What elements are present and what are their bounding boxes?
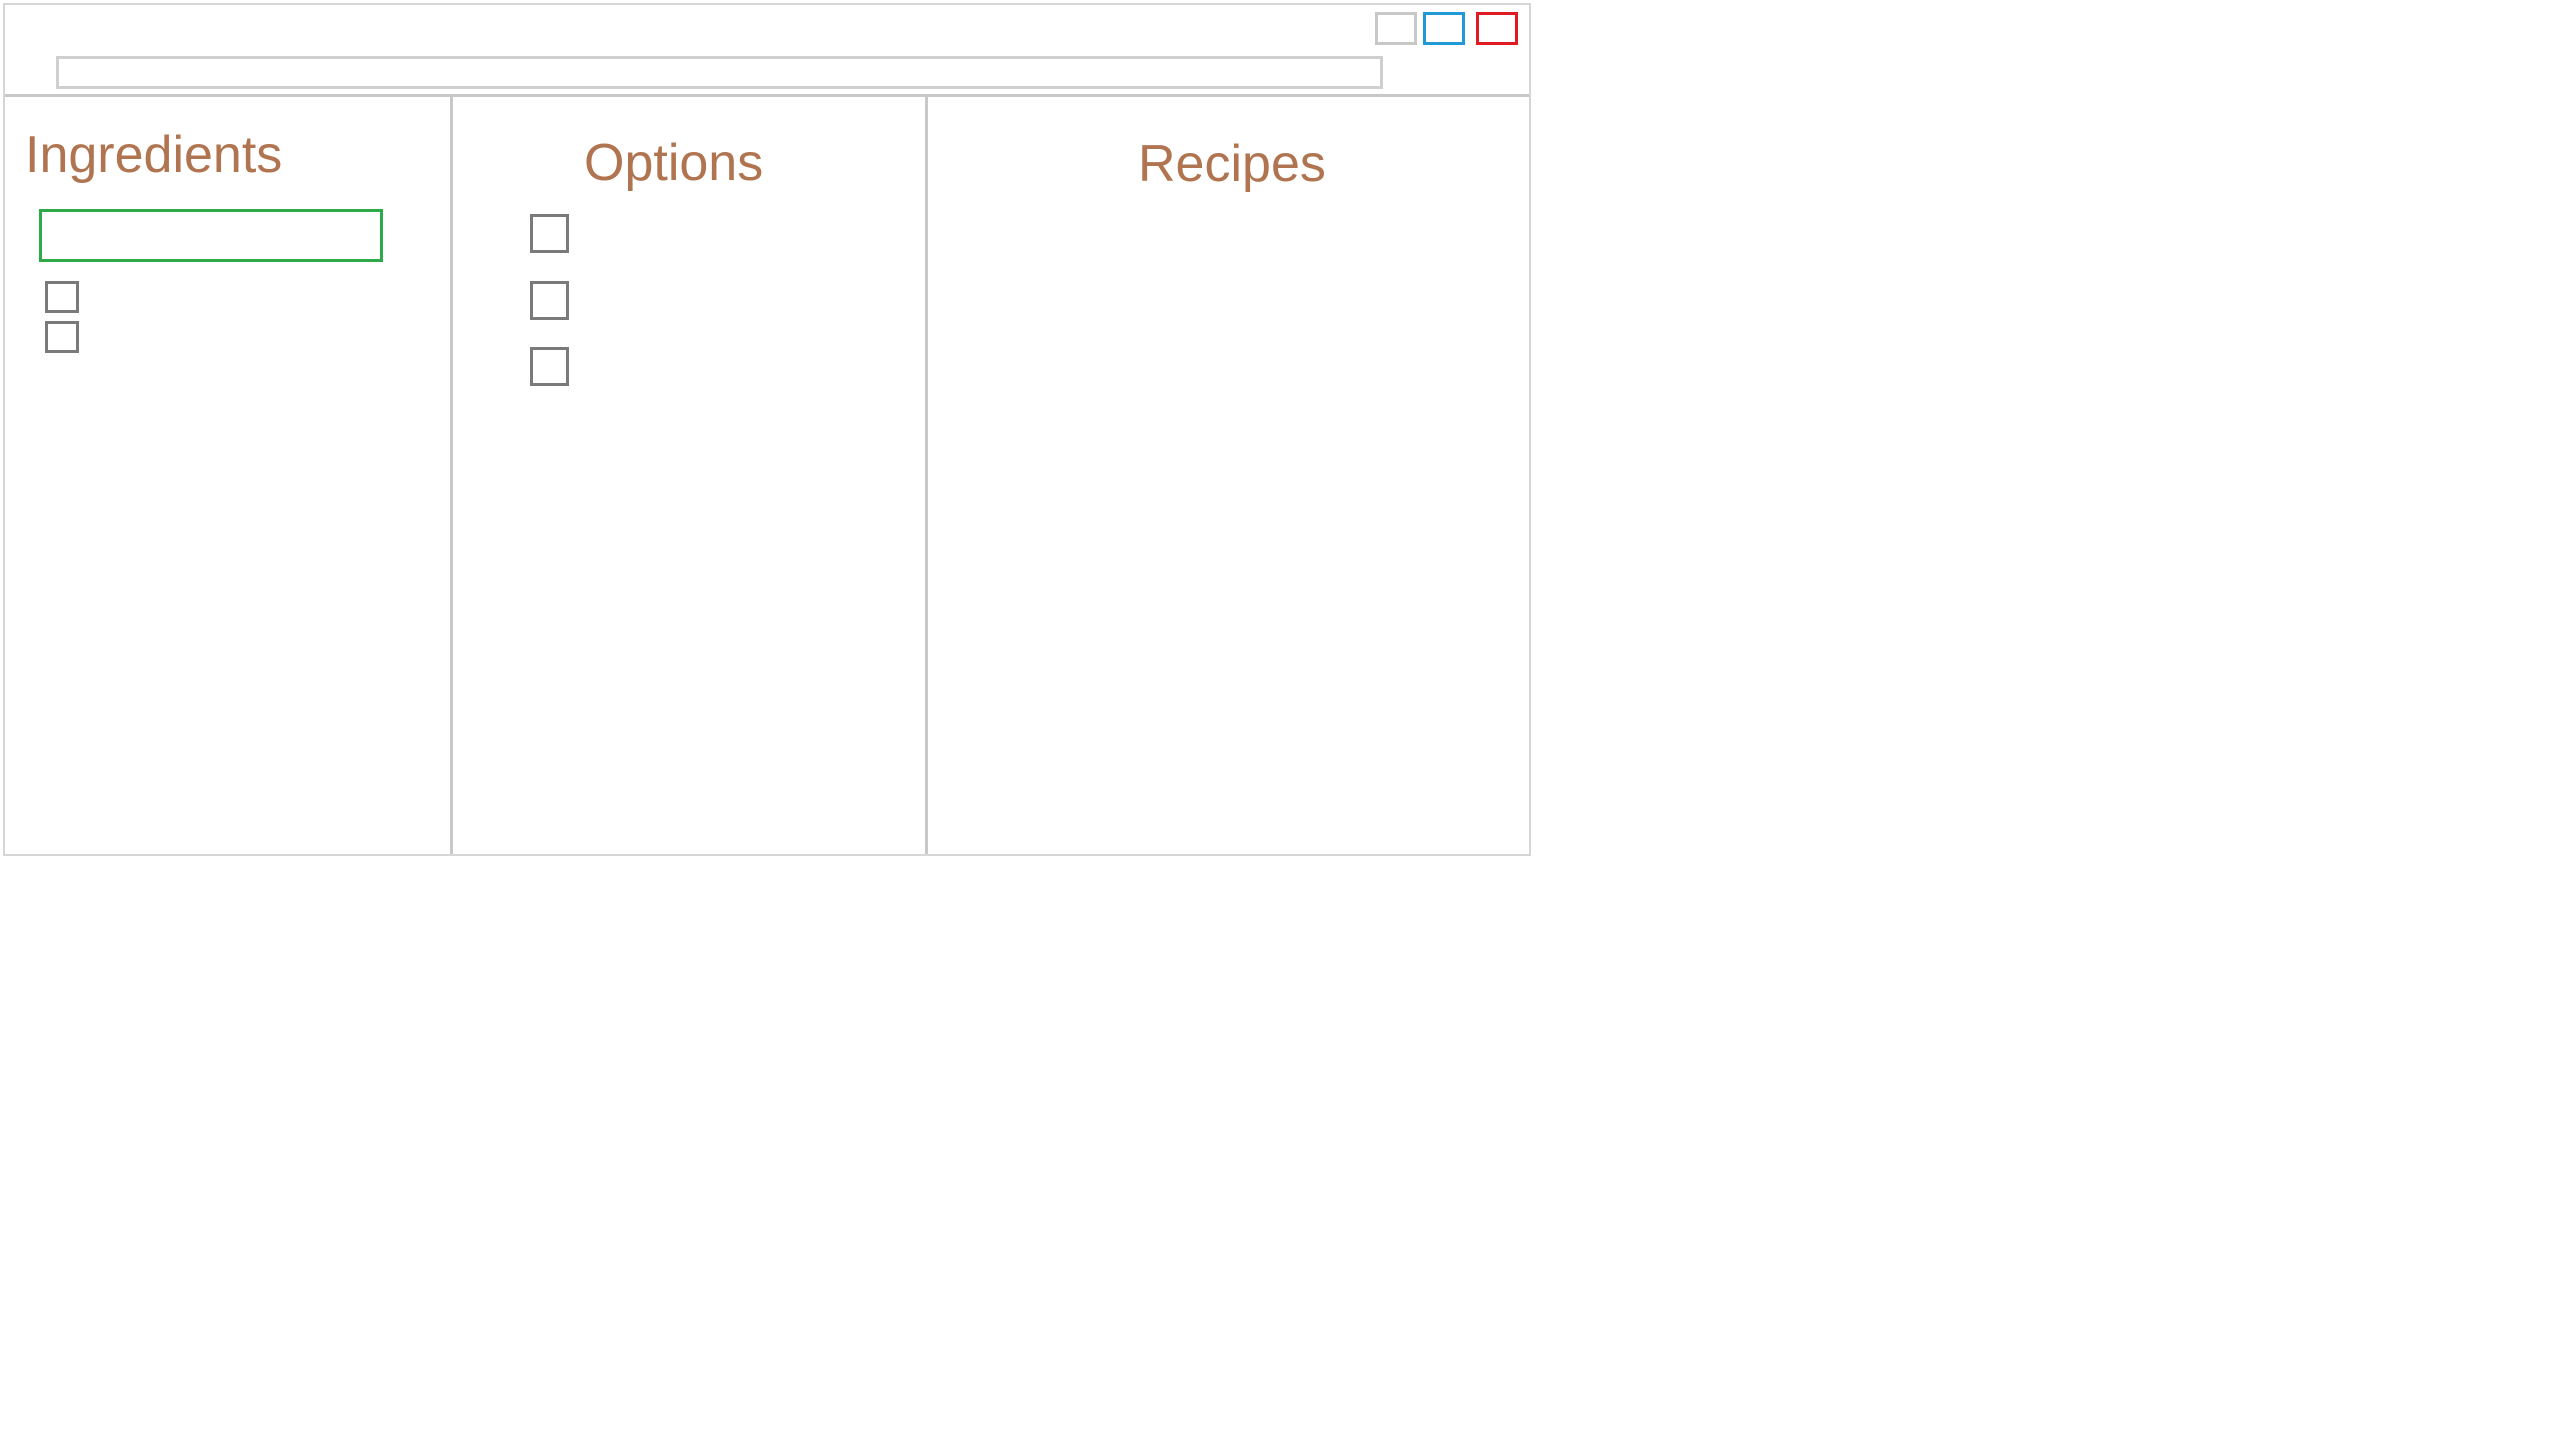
title-bar xyxy=(5,5,1529,97)
recipes-panel: Recipes xyxy=(928,97,1529,854)
ingredients-title: Ingredients xyxy=(25,126,283,184)
app-window: Ingredients Options Recipes xyxy=(3,3,1531,856)
options-title: Options xyxy=(584,134,764,192)
option-checkbox[interactable] xyxy=(530,347,569,386)
option-checkbox[interactable] xyxy=(530,281,569,320)
options-panel: Options xyxy=(453,97,928,854)
ingredient-input[interactable] xyxy=(39,209,383,262)
maximize-button[interactable] xyxy=(1423,12,1465,45)
address-bar[interactable] xyxy=(56,56,1383,89)
option-checkbox[interactable] xyxy=(530,214,569,253)
minimize-button[interactable] xyxy=(1375,12,1417,45)
close-button[interactable] xyxy=(1476,12,1518,45)
ingredient-checkbox[interactable] xyxy=(45,321,79,353)
recipes-title: Recipes xyxy=(1138,135,1326,193)
ingredient-checkbox[interactable] xyxy=(45,281,79,313)
ingredients-panel: Ingredients xyxy=(5,97,453,854)
